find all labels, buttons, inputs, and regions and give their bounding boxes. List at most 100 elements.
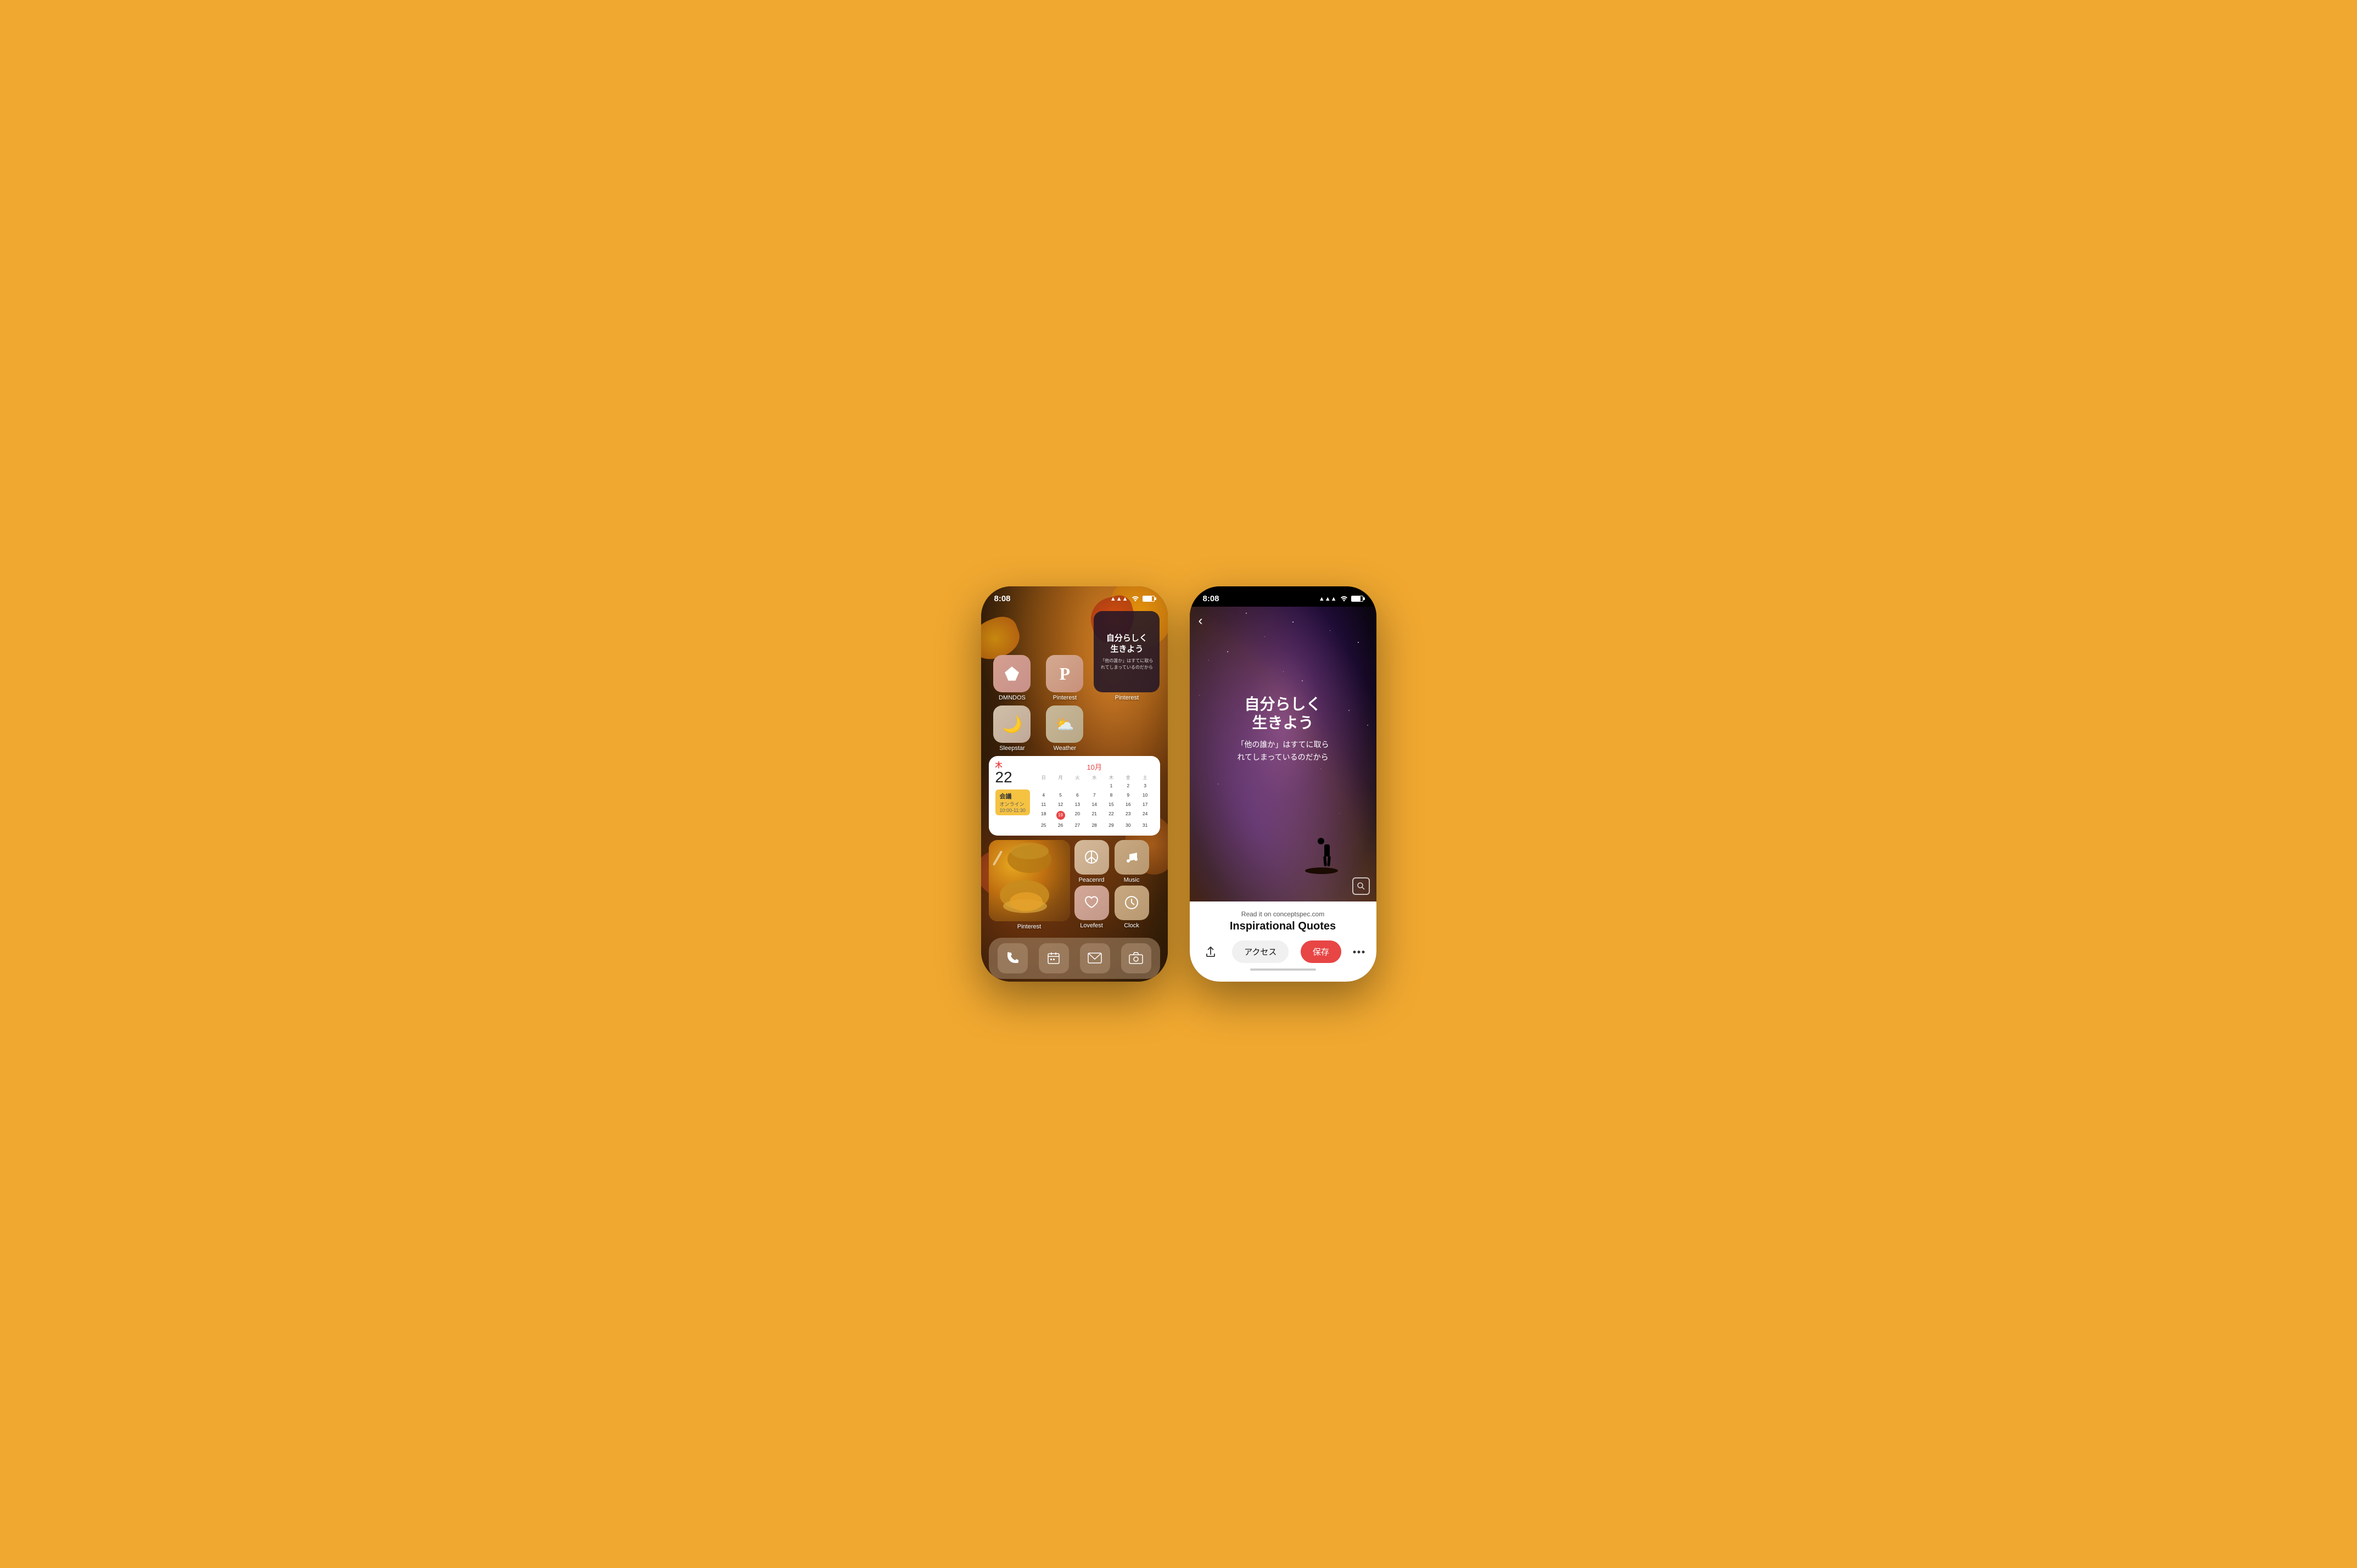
- cal-day-cell: 17: [1137, 800, 1154, 809]
- dock-mail[interactable]: [1080, 943, 1110, 973]
- cal-day-cell: 13: [1069, 800, 1085, 809]
- app-pinterest1[interactable]: P Pinterest: [1041, 655, 1088, 701]
- cal-day-cell: 21: [1086, 810, 1102, 821]
- cal-day-cell: 18: [1035, 810, 1052, 821]
- weather-icon-img: ⛅: [1046, 705, 1083, 743]
- home-indicator: [1250, 968, 1316, 971]
- dock-camera[interactable]: [1121, 943, 1151, 973]
- quote-sub-text: 「他の誰か」はすてに取られてしまっているのだから: [1100, 658, 1153, 670]
- app-dmndos[interactable]: DMNDOS: [989, 655, 1036, 701]
- clock-label: Clock: [1124, 922, 1139, 929]
- quote-overlay-sub: 「他の誰か」はすてに取られてしまっているのだから: [1206, 738, 1360, 763]
- battery-icon: [1143, 596, 1155, 602]
- wifi-icon-r: [1340, 595, 1348, 603]
- cal-day-cell: 5: [1052, 791, 1069, 800]
- read-it-text: Read it on conceptspec.com: [1201, 910, 1365, 918]
- dock-phone[interactable]: [998, 943, 1028, 973]
- left-status-bar: 8:08 ▲▲▲: [981, 586, 1168, 607]
- cal-day-cell: 12: [1052, 800, 1069, 809]
- app-sleepstar[interactable]: 🌙 Sleepstar: [989, 705, 1036, 752]
- cal-day-cell: 16: [1120, 800, 1136, 809]
- cal-month: 10月: [1035, 761, 1154, 772]
- back-chevron-icon: ‹: [1199, 613, 1203, 628]
- starry-background: ‹ 自分らしく生きよう 「他の誰か」はすてに取られてしまっているのだから: [1190, 607, 1376, 901]
- cal-day-cell: 3: [1137, 782, 1154, 791]
- photo-widget[interactable]: [989, 840, 1070, 921]
- cal-day-cell: 25: [1035, 821, 1052, 830]
- share-button[interactable]: [1201, 942, 1221, 962]
- bottom-section: Pinterest Peacenrd: [989, 840, 1160, 933]
- photo-widget-label: Pinterest: [1017, 923, 1041, 930]
- left-phone-content: DMNDOS P Pinterest 自分らしく生きよう 「他の誰か」はすてに取…: [981, 607, 1168, 982]
- cal-day-cell: 8: [1103, 791, 1119, 800]
- signal-icon-r: ▲▲▲: [1319, 596, 1337, 602]
- quote-main-text: 自分らしく生きよう: [1106, 633, 1147, 654]
- cal-day-cell: 26: [1052, 821, 1069, 830]
- app-lovefest[interactable]: Lovefest: [1074, 886, 1109, 929]
- left-time: 8:08: [994, 594, 1011, 603]
- cal-day-cell: 20: [1069, 810, 1085, 821]
- quote-widget: 自分らしく生きよう 「他の誰か」はすてに取られてしまっているのだから: [1094, 611, 1160, 692]
- cal-day-cell: 30: [1120, 821, 1136, 830]
- weather-label: Weather: [1054, 745, 1076, 752]
- quote-overlay: 自分らしく生きよう 「他の誰か」はすてに取られてしまっているのだから: [1190, 695, 1376, 763]
- right-time: 8:08: [1203, 594, 1219, 603]
- cal-day-cell: 24: [1137, 810, 1154, 821]
- cal-day-cell: 23: [1120, 810, 1136, 821]
- icon-row-bottom: Lovefest Clock: [1074, 886, 1149, 929]
- page-container: 8:08 ▲▲▲ DMNDOS: [959, 553, 1398, 1015]
- app-row-2: 🌙 Sleepstar ⛅ Weather: [989, 705, 1160, 752]
- app-music[interactable]: Music: [1115, 840, 1149, 883]
- photo-inner: [989, 840, 1070, 921]
- access-button[interactable]: アクセス: [1232, 940, 1289, 963]
- wifi-icon: [1132, 595, 1139, 603]
- more-button[interactable]: [1353, 950, 1365, 954]
- app-quote-area: 自分らしく生きよう 「他の誰か」はすてに取られてしまっているのだから Pinte…: [1094, 611, 1160, 701]
- bottom-panel: Read it on conceptspec.com Inspirational…: [1190, 901, 1376, 982]
- cal-header-tue: 火: [1069, 774, 1085, 781]
- cal-day-cell: 7: [1086, 791, 1102, 800]
- lens-search-icon[interactable]: [1352, 877, 1370, 895]
- music-label: Music: [1124, 877, 1140, 883]
- cal-day-cell: 9: [1120, 791, 1136, 800]
- cal-right: 10月 日 月 火 水 木 金 土: [1035, 761, 1154, 830]
- action-row: アクセス 保存: [1201, 940, 1365, 963]
- cal-day-cell: 27: [1069, 821, 1085, 830]
- cal-header-sun: 日: [1035, 774, 1052, 781]
- peacenrd-icon-img: [1074, 840, 1109, 875]
- peacenrd-label: Peacenrd: [1078, 877, 1104, 883]
- cal-grid: 日 月 火 水 木 金 土 1: [1035, 774, 1154, 830]
- cal-day-cell: [1069, 782, 1085, 791]
- person-silhouette: [1316, 838, 1338, 874]
- cal-day-cell: 2: [1120, 782, 1136, 791]
- icon-row-top: Peacenrd Music: [1074, 840, 1149, 883]
- cal-day-cell: 29: [1103, 821, 1119, 830]
- cal-day-cell: [1086, 782, 1102, 791]
- lovefest-icon-img: [1074, 886, 1109, 920]
- app-peacenrd[interactable]: Peacenrd: [1074, 840, 1109, 883]
- cal-header-wed: 水: [1086, 774, 1102, 781]
- back-button[interactable]: ‹: [1199, 613, 1203, 629]
- cal-day-label: 木: [995, 761, 1030, 769]
- panel-title: Inspirational Quotes: [1201, 920, 1365, 933]
- cal-day-cell: 22: [1103, 810, 1119, 821]
- save-button[interactable]: 保存: [1301, 940, 1341, 963]
- right-status-bar: 8:08 ▲▲▲: [1190, 586, 1376, 607]
- sleepstar-icon-img: 🌙: [993, 705, 1031, 743]
- quote-overlay-main: 自分らしく生きよう: [1206, 695, 1360, 732]
- app-weather[interactable]: ⛅ Weather: [1041, 705, 1088, 752]
- app-clock[interactable]: Clock: [1115, 886, 1149, 929]
- lovefest-label: Lovefest: [1080, 922, 1103, 929]
- app-row-1: DMNDOS P Pinterest 自分らしく生きよう 「他の誰か」はすてに取…: [989, 611, 1160, 701]
- read-it-site: conceptspec.com: [1273, 910, 1324, 918]
- clock-icon-img: [1115, 886, 1149, 920]
- cal-day-cell: 31: [1137, 821, 1154, 830]
- cal-day-cell: 4: [1035, 791, 1052, 800]
- dock-calendar[interactable]: [1039, 943, 1069, 973]
- pinterest1-label: Pinterest: [1053, 695, 1077, 701]
- cal-day-cell: 11: [1035, 800, 1052, 809]
- cal-day-number: 22: [995, 770, 1030, 785]
- cal-event-sub: オンライン: [1000, 800, 1026, 808]
- left-phone: 8:08 ▲▲▲ DMNDOS: [981, 586, 1168, 982]
- cal-event-time: 10:00-11:30: [1000, 808, 1026, 813]
